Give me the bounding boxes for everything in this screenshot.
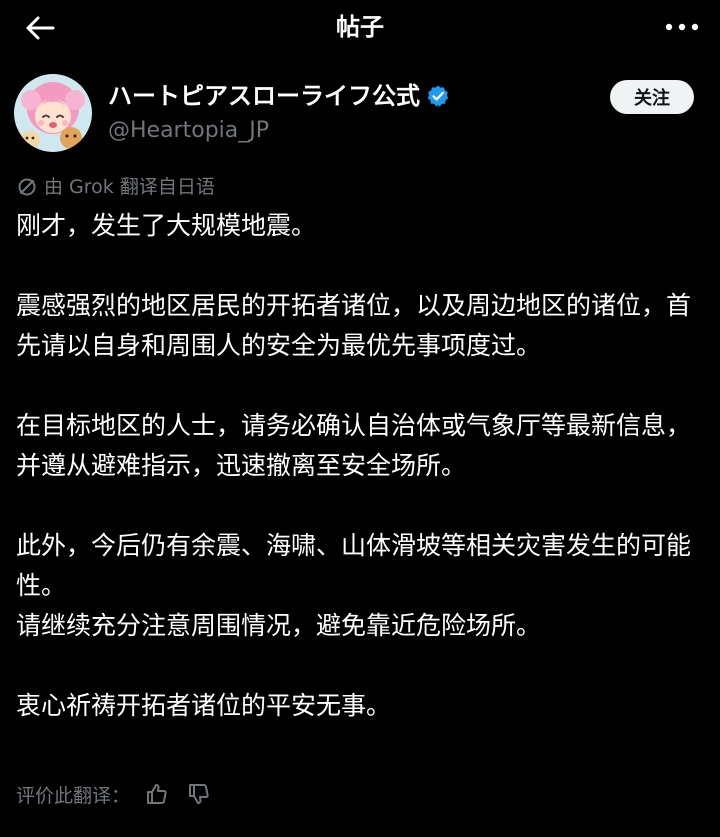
author-name-text: ハートピアスローライフ公式 [108, 82, 420, 110]
thumbs-up-button[interactable] [142, 779, 172, 809]
author-display-name[interactable]: ハートピアスローライフ公式 [108, 79, 450, 113]
author-handle[interactable]: @Heartopia_JP [108, 116, 269, 146]
follow-button[interactable]: 关注 [610, 80, 694, 114]
more-options-button[interactable] [662, 12, 702, 42]
thumbs-up-icon [147, 784, 167, 804]
thumbs-down-button[interactable] [184, 779, 214, 809]
post-paragraph: 请继续充分注意周围情况，避免靠近危险场所。 [16, 611, 542, 640]
thumbs-down-icon [189, 784, 209, 804]
rate-translation-row: 评价此翻译： [16, 778, 214, 810]
top-bar: 帖子 [0, 0, 720, 56]
post-paragraph: 震感强烈的地区居民的开拓者诸位，以及周边地区的诸位，首先请以自身和周围人的安全为… [16, 291, 692, 360]
page-title: 帖子 [336, 13, 384, 41]
rate-translation-label: 评价此翻译： [16, 784, 131, 807]
more-horizontal-icon [665, 23, 699, 31]
post-paragraph: 衷心祈祷开拓者诸位的平安无事。 [16, 691, 392, 720]
translate-icon [18, 178, 36, 196]
post-paragraph: 在目标地区的人士，请务必确认自治体或气象厅等最新信息，并遵从避难指示，迅速撤离至… [16, 411, 692, 480]
verified-badge-icon [427, 85, 449, 107]
translation-note: 由 Grok 翻译自日语 [16, 174, 215, 200]
avatar[interactable] [14, 74, 92, 152]
post-paragraph: 刚才，发生了大规模地震。 [16, 211, 317, 240]
avatar-image [14, 74, 92, 152]
post-paragraph: 此外，今后仍有余震、海啸、山体滑坡等相关灾害发生的可能性。 [16, 531, 692, 600]
translation-note-text: 由 Grok 翻译自日语 [44, 176, 215, 198]
post-body: 刚才，发生了大规模地震。 震感强烈的地区居民的开拓者诸位，以及周边地区的诸位，首… [16, 206, 706, 726]
